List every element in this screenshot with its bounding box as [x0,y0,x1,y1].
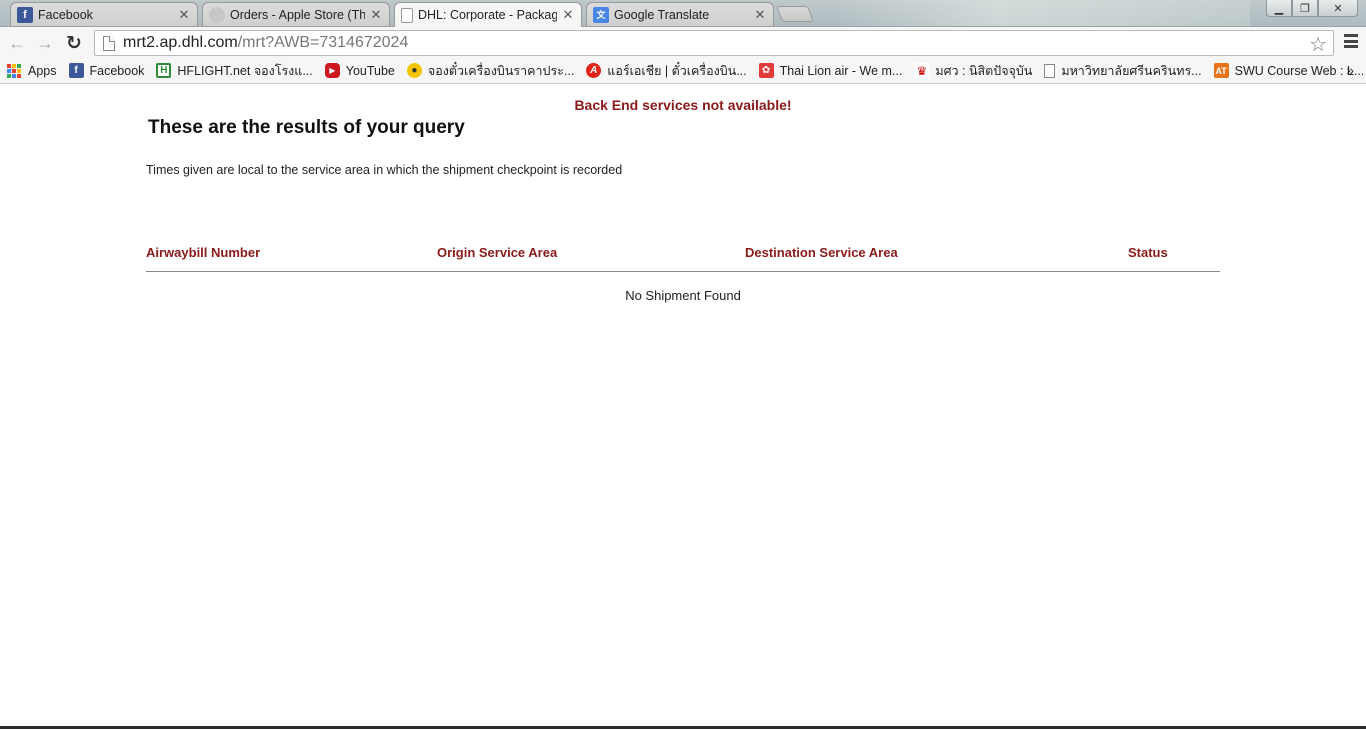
page-icon [401,7,413,23]
address-bar[interactable]: mrt2.ap.dhl.com/mrt?AWB=7314672024 ☆ [94,30,1334,56]
tab-google-translate[interactable]: 文 Google Translate ✕ [586,2,774,26]
bookmark-apps[interactable]: Apps [7,63,57,78]
column-header-airwaybill: Airwaybill Number [146,245,261,260]
bookmark-thai-lion-air[interactable]: ✿ Thai Lion air - We m... [758,63,903,78]
window-controls: ▁ ❐ ✕ [1266,0,1358,17]
close-icon[interactable]: ✕ [753,7,767,23]
url-host: mrt2.ap.dhl.com [123,34,238,51]
tab-facebook[interactable]: f Facebook ✕ [10,2,198,26]
forward-arrow-icon[interactable]: → [34,32,56,54]
tab-title: Google Translate [614,7,710,22]
empty-result-message: No Shipment Found [625,288,741,303]
bookmark-label: Thai Lion air - We m... [779,63,903,78]
tab-title: Orders - Apple Store (Thai [230,7,365,22]
bookmark-label: แอร์เอเชีย | ตั๋วเครื่องบิน... [607,63,747,78]
minimize-icon[interactable]: ▁ [1266,0,1292,17]
close-window-icon[interactable]: ✕ [1318,0,1358,17]
apps-grid-icon [7,63,21,78]
url-path: /mrt?AWB=7314672024 [237,34,409,51]
ticket-icon: ● [406,63,422,78]
bookmark-label: จองตั๋วเครื่องบินราคาประ... [427,63,575,78]
column-header-destination: Destination Service Area [745,245,898,260]
restore-icon[interactable]: ❐ [1292,0,1318,17]
bookmark-label: มศว : นิสิตปัจจุบัน [935,63,1033,78]
apple-icon [209,6,225,23]
reload-icon[interactable]: ↻ [63,32,85,54]
thai-lion-air-icon: ✿ [758,63,774,78]
column-header-status: Status [1128,245,1168,260]
page-icon [103,35,115,51]
column-header-origin: Origin Service Area [437,245,558,260]
bookmark-ticket[interactable]: ● จองตั๋วเครื่องบินราคาประ... [406,61,575,81]
youtube-icon: ▶ [324,63,340,78]
bookmark-facebook[interactable]: f Facebook [68,63,145,78]
google-translate-icon: 文 [593,6,609,23]
bookmark-label: มหาวิทยาลัยศรีนครินทร... [1061,63,1202,78]
hflight-icon: H [156,63,172,78]
bookmark-label: Facebook [89,63,145,78]
bookmark-youtube[interactable]: ▶ YouTube [324,63,395,78]
timezone-note: Times given are local to the service are… [146,163,623,177]
bookmark-label: SWU Course Web : L... [1234,63,1365,78]
tab-apple-store[interactable]: Orders - Apple Store (Thai ✕ [202,2,390,26]
bookmarks-overflow-icon[interactable]: » [1346,62,1354,78]
back-arrow-icon[interactable]: ← [6,32,28,54]
facebook-icon: f [68,63,84,78]
bookmark-university[interactable]: มหาวิทยาลัยศรีนครินทร... [1044,61,1202,81]
facebook-icon: f [17,6,33,23]
bookmark-label: YouTube [345,63,395,78]
tab-title: DHL: Corporate - Package [418,8,557,22]
bookmark-swu[interactable]: ♛ มศว : นิสิตปัจจุบัน [914,61,1032,81]
new-tab-button[interactable] [776,6,814,22]
bookmark-swu-course[interactable]: AT SWU Course Web : L... [1213,63,1365,78]
bookmark-label: Apps [28,63,57,78]
close-icon[interactable]: ✕ [561,7,575,23]
menu-icon[interactable] [1344,34,1358,48]
error-message: Back End services not available! [574,97,792,113]
bookmark-hflight[interactable]: H HFLIGHT.net จองโรงแ... [156,61,313,81]
swu-course-icon: AT [1213,63,1229,78]
page-icon [1044,63,1056,78]
airasia-icon: A [586,63,602,78]
close-icon[interactable]: ✕ [369,7,383,23]
browser-toolbar: ← → ↻ mrt2.ap.dhl.com/mrt?AWB=7314672024… [0,27,1366,58]
bookmarks-bar: Apps f Facebook H HFLIGHT.net จองโรงแ...… [0,58,1366,84]
bookmark-airasia[interactable]: A แอร์เอเชีย | ตั๋วเครื่องบิน... [586,61,747,81]
close-icon[interactable]: ✕ [177,7,191,23]
swu-icon: ♛ [914,63,930,78]
table-divider [146,271,1220,272]
tab-title: Facebook [38,7,93,22]
page-title: These are the results of your query [148,117,465,138]
tab-dhl[interactable]: DHL: Corporate - Package ✕ [394,2,582,27]
bookmark-star-icon[interactable]: ☆ [1309,32,1327,57]
bookmark-label: HFLIGHT.net จองโรงแ... [177,63,313,78]
tab-strip: f Facebook ✕ Orders - Apple Store (Thai … [0,0,1366,27]
page-content: Back End services not available! These a… [0,85,1366,726]
